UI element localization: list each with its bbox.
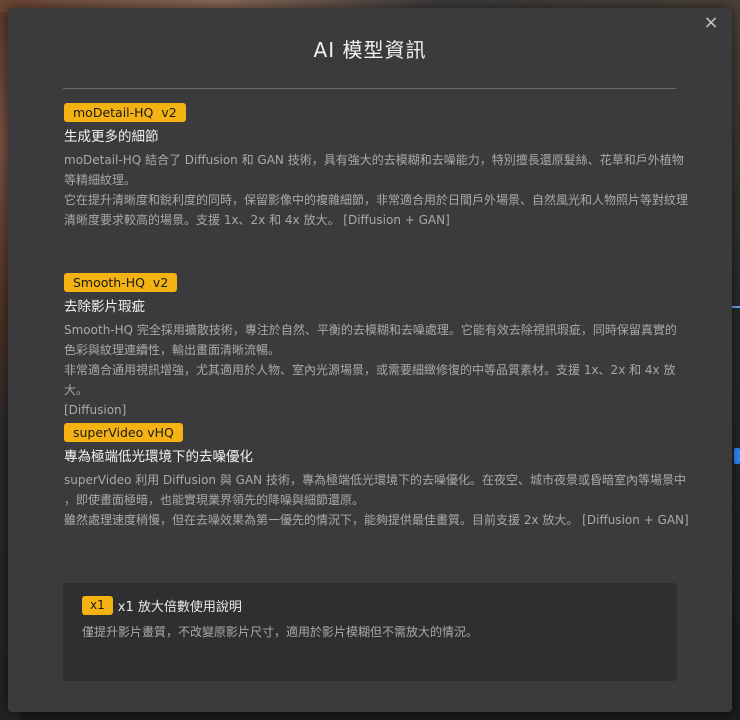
description-line: moDetail-HQ 結合了 Diffusion 和 GAN 技術，具有強大的… bbox=[64, 153, 684, 167]
model-description: superVideo 利用 Diffusion 與 GAN 技術，專為極端低光環… bbox=[64, 470, 694, 530]
model-section-smooth: Smooth-HQ v2 去除影片瑕疵 Smooth-HQ 完全採用擴散技術，專… bbox=[64, 272, 694, 420]
model-heading: 生成更多的細節 bbox=[64, 129, 159, 145]
description-line: 等精細紋理。 bbox=[64, 173, 137, 187]
x1-note-panel: x1 x1 放大倍數使用說明 僅提升影片畫質，不改變原影片尺寸，適用於影片模糊但… bbox=[63, 583, 677, 681]
description-line: 它在提升清晰度和銳利度的同時，保留影像中的複雜細節，非常適合用於日間戶外場景、自… bbox=[64, 193, 689, 207]
note-title: x1 放大倍數使用說明 bbox=[117, 600, 242, 615]
model-heading: 專為極端低光環境下的去噪優化 bbox=[64, 449, 253, 465]
description-line: ，即使畫面極暗，也能實現業界領先的降噪與細節還原。 bbox=[64, 493, 365, 507]
note-description: 僅提升影片畫質，不改變原影片尺寸，適用於影片模糊但不需放大的情況。 bbox=[82, 625, 479, 639]
background-app-blue-marker bbox=[734, 448, 740, 464]
model-heading: 去除影片瑕疵 bbox=[64, 299, 145, 315]
model-section-modetail: moDetail-HQ v2 生成更多的細節 moDetail-HQ 結合了 D… bbox=[64, 102, 694, 230]
model-section-supervideo: superVideo vHQ 專為極端低光環境下的去噪優化 superVideo… bbox=[64, 422, 694, 530]
title-divider bbox=[63, 88, 676, 89]
description-line: 清晰度要求較高的場景。支援 1x、2x 和 4x 放大。 [Diffusion … bbox=[64, 213, 450, 227]
model-badge: Smooth-HQ v2 bbox=[64, 273, 178, 292]
dialog-title: AI 模型資訊 bbox=[313, 38, 427, 62]
description-line: 色彩與紋理連續性，輸出畫面清晰流暢。 bbox=[64, 343, 281, 357]
model-description: Smooth-HQ 完全採用擴散技術，專注於自然、平衡的去模糊和去噪處理。它能有… bbox=[64, 320, 694, 420]
description-line: Smooth-HQ 完全採用擴散技術，專注於自然、平衡的去模糊和去噪處理。它能有… bbox=[64, 323, 677, 337]
description-line: [Diffusion] bbox=[64, 403, 127, 417]
close-icon[interactable]: × bbox=[703, 12, 718, 33]
close-button[interactable]: × bbox=[700, 12, 722, 34]
note-header: x1 x1 放大倍數使用說明 bbox=[82, 596, 242, 615]
note-badge: x1 bbox=[82, 596, 113, 615]
model-badge: superVideo vHQ bbox=[64, 423, 183, 442]
description-line: 非常適合通用視訊增強，尤其適用於人物、室內光源場景，或需要細緻修復的中等品質素材… bbox=[64, 363, 676, 397]
ai-model-info-dialog: × AI 模型資訊 moDetail-HQ v2 生成更多的細節 moDetai… bbox=[8, 8, 732, 712]
model-badge: moDetail-HQ v2 bbox=[64, 103, 186, 122]
description-line: 雖然處理速度稍慢，但在去噪效果為第一優先的情況下，能夠提供最佳畫質。目前支援 2… bbox=[64, 513, 689, 527]
description-line: superVideo 利用 Diffusion 與 GAN 技術，專為極端低光環… bbox=[64, 473, 686, 487]
background-app-tab-indicator bbox=[732, 306, 740, 320]
model-description: moDetail-HQ 結合了 Diffusion 和 GAN 技術，具有強大的… bbox=[64, 150, 694, 230]
